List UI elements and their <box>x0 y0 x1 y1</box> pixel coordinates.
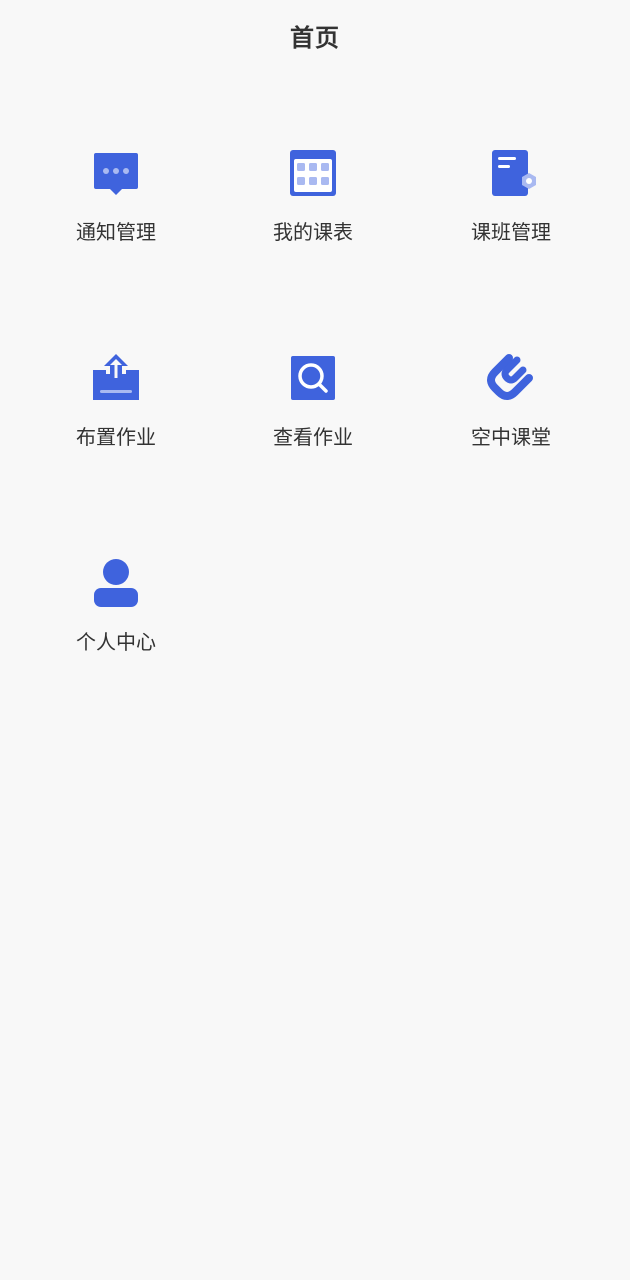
menu-item-label: 空中课堂 <box>471 425 551 449</box>
menu-item-timetable[interactable]: 我的课表 <box>215 145 411 305</box>
menu-item-label: 通知管理 <box>76 220 156 244</box>
page-title: 首页 <box>290 23 340 52</box>
menu-item-label: 查看作业 <box>273 425 353 449</box>
search-icon <box>285 350 341 406</box>
menu-item-label: 布置作业 <box>76 425 156 449</box>
menu-item-view-homework[interactable]: 查看作业 <box>215 350 411 510</box>
menu-item-notification[interactable]: 通知管理 <box>18 145 214 305</box>
message-icon <box>88 145 144 201</box>
menu-item-personal-center[interactable]: 个人中心 <box>18 555 214 715</box>
class-document-icon <box>483 145 539 201</box>
menu-item-class-management[interactable]: 课班管理 <box>413 145 609 305</box>
header: 首页 <box>0 0 630 70</box>
paperclip-icon <box>483 350 539 406</box>
menu-item-label: 课班管理 <box>471 220 551 244</box>
calendar-icon <box>285 145 341 201</box>
upload-icon <box>88 350 144 406</box>
menu-item-assign-homework[interactable]: 布置作业 <box>18 350 214 510</box>
menu-item-online-classroom[interactable]: 空中课堂 <box>413 350 609 510</box>
menu-item-label: 个人中心 <box>76 630 156 654</box>
user-icon <box>88 555 144 611</box>
menu-item-label: 我的课表 <box>273 220 353 244</box>
